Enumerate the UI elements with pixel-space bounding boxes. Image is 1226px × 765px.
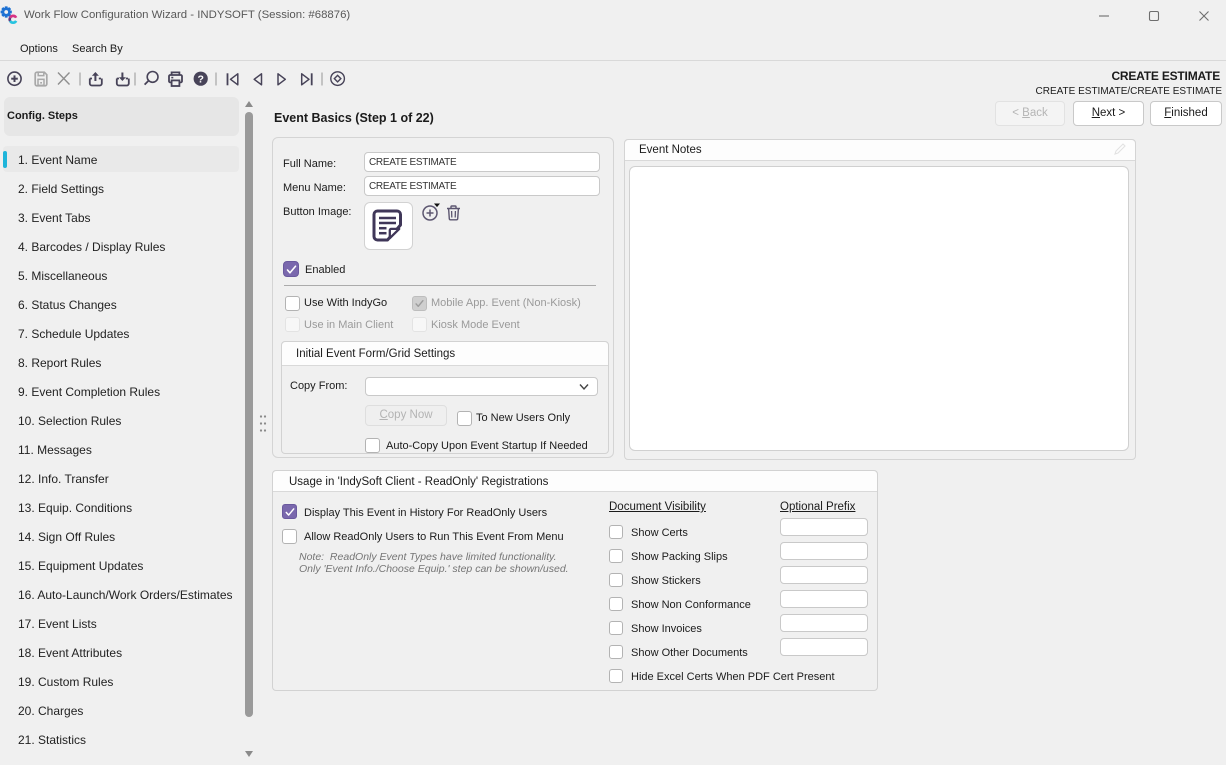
svg-text:?: ?: [197, 73, 203, 85]
